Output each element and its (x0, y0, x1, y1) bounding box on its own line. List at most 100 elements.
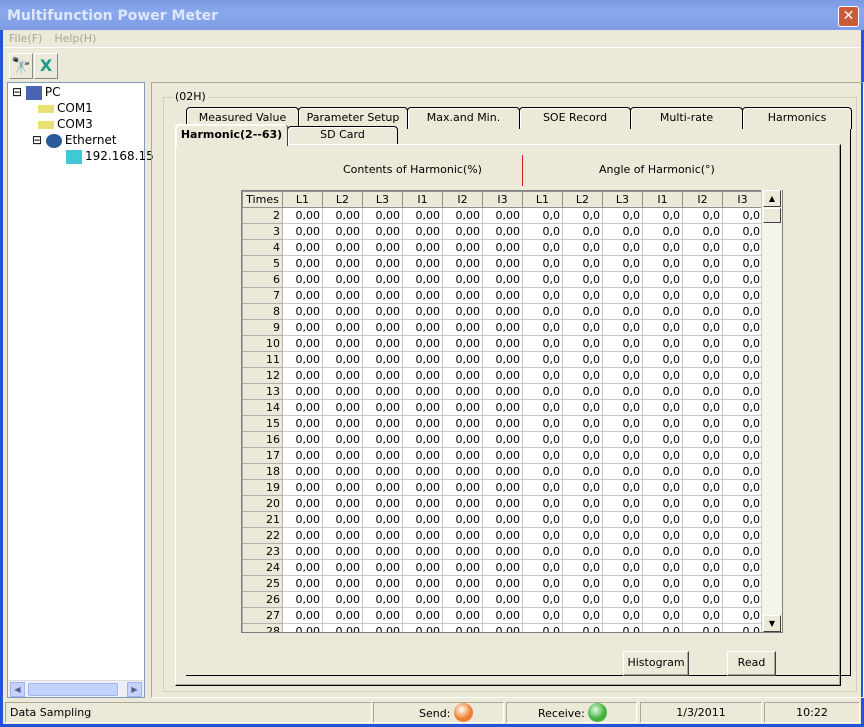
table-cell[interactable]: 0,0 (602, 239, 643, 256)
row-times[interactable]: 25 (242, 575, 283, 592)
table-cell[interactable]: 0,00 (402, 479, 443, 496)
table-cell[interactable]: 0,00 (322, 431, 363, 448)
table-cell[interactable]: 0,00 (482, 623, 523, 632)
table-cell[interactable]: 0,0 (682, 511, 723, 528)
row-times[interactable]: 11 (242, 351, 283, 368)
table-cell[interactable]: 0,00 (322, 543, 363, 560)
table-cell[interactable]: 0,00 (442, 511, 483, 528)
table-cell[interactable]: 0,0 (682, 399, 723, 416)
table-cell[interactable]: 0,00 (282, 543, 323, 560)
table-cell[interactable]: 0,00 (362, 223, 403, 240)
table-cell[interactable]: 0,00 (282, 223, 323, 240)
table-cell[interactable]: 0,0 (682, 447, 723, 464)
row-times[interactable]: 7 (242, 287, 283, 304)
table-cell[interactable]: 0,00 (402, 351, 443, 368)
table-cell[interactable]: 0,00 (322, 239, 363, 256)
table-cell[interactable]: 0,0 (642, 527, 683, 544)
table-cell[interactable]: 0,0 (682, 463, 723, 480)
table-cell[interactable]: 0,0 (722, 623, 763, 632)
table-cell[interactable]: 0,00 (442, 303, 483, 320)
table-cell[interactable]: 0,00 (322, 303, 363, 320)
table-cell[interactable]: 0,0 (722, 207, 763, 224)
table-cell[interactable]: 0,00 (442, 527, 483, 544)
table-cell[interactable]: 0,00 (362, 623, 403, 632)
table-cell[interactable]: 0,00 (482, 319, 523, 336)
table-cell[interactable]: 0,00 (402, 303, 443, 320)
table-cell[interactable]: 0,0 (642, 351, 683, 368)
table-cell[interactable]: 0,00 (402, 447, 443, 464)
table-cell[interactable]: 0,0 (642, 239, 683, 256)
table-cell[interactable]: 0,00 (362, 415, 403, 432)
table-cell[interactable]: 0,0 (602, 543, 643, 560)
table-cell[interactable]: 0,00 (482, 543, 523, 560)
table-cell[interactable]: 0,0 (522, 415, 563, 432)
scroll-thumb[interactable] (763, 208, 781, 223)
table-cell[interactable]: 0,0 (602, 399, 643, 416)
table-cell[interactable]: 0,00 (362, 479, 403, 496)
table-cell[interactable]: 0,00 (362, 335, 403, 352)
table-cell[interactable]: 0,00 (322, 415, 363, 432)
table-cell[interactable]: 0,00 (482, 559, 523, 576)
table-cell[interactable]: 0,00 (322, 319, 363, 336)
table-cell[interactable]: 0,0 (682, 271, 723, 288)
table-cell[interactable]: 0,0 (722, 335, 763, 352)
table-cell[interactable]: 0,0 (522, 591, 563, 608)
table-cell[interactable]: 0,00 (402, 383, 443, 400)
table-cell[interactable]: 0,0 (642, 479, 683, 496)
table-cell[interactable]: 0,0 (522, 527, 563, 544)
table-cell[interactable]: 0,0 (522, 351, 563, 368)
row-times[interactable]: 14 (242, 399, 283, 416)
row-times[interactable]: 26 (242, 591, 283, 608)
table-cell[interactable]: 0,00 (442, 559, 483, 576)
table-cell[interactable]: 0,0 (602, 607, 643, 624)
table-cell[interactable]: 0,00 (442, 623, 483, 632)
table-cell[interactable]: 0,00 (482, 223, 523, 240)
menu-help[interactable]: Help(H) (54, 32, 96, 45)
table-cell[interactable]: 0,00 (482, 383, 523, 400)
table-cell[interactable]: 0,0 (602, 623, 643, 632)
table-cell[interactable]: 0,00 (282, 207, 323, 224)
table-cell[interactable]: 0,00 (362, 607, 403, 624)
table-cell[interactable]: 0,0 (522, 239, 563, 256)
table-cell[interactable]: 0,00 (282, 495, 323, 512)
table-cell[interactable]: 0,0 (642, 383, 683, 400)
table-cell[interactable]: 0,0 (682, 383, 723, 400)
table-cell[interactable]: 0,00 (482, 271, 523, 288)
table-cell[interactable]: 0,00 (362, 511, 403, 528)
table-cell[interactable]: 0,0 (722, 383, 763, 400)
table-cell[interactable]: 0,00 (482, 575, 523, 592)
table-cell[interactable]: 0,00 (282, 287, 323, 304)
table-cell[interactable]: 0,0 (522, 303, 563, 320)
table-cell[interactable]: 0,0 (682, 575, 723, 592)
table-cell[interactable]: 0,00 (282, 559, 323, 576)
table-cell[interactable]: 0,0 (562, 559, 603, 576)
table-cell[interactable]: 0,0 (642, 287, 683, 304)
table-cell[interactable]: 0,00 (322, 383, 363, 400)
table-cell[interactable]: 0,0 (722, 239, 763, 256)
row-times[interactable]: 3 (242, 223, 283, 240)
table-cell[interactable]: 0,0 (562, 543, 603, 560)
table-cell[interactable]: 0,00 (482, 607, 523, 624)
table-cell[interactable]: 0,0 (642, 399, 683, 416)
tree-node-com3[interactable]: COM3 (38, 117, 93, 131)
table-cell[interactable]: 0,0 (562, 319, 603, 336)
row-times[interactable]: 13 (242, 383, 283, 400)
table-cell[interactable]: 0,0 (562, 415, 603, 432)
table-cell[interactable]: 0,0 (642, 335, 683, 352)
table-cell[interactable]: 0,00 (282, 335, 323, 352)
table-cell[interactable]: 0,00 (282, 479, 323, 496)
table-cell[interactable]: 0,00 (322, 607, 363, 624)
table-cell[interactable]: 0,00 (282, 367, 323, 384)
table-cell[interactable]: 0,0 (682, 623, 723, 632)
harmonic-table[interactable]: Times L1 L2 L3 I1 I2 I3 L1 L2 L3 I1 I2 I3 2 0,00 0,00 0,… (241, 190, 783, 633)
table-cell[interactable]: 0,0 (522, 207, 563, 224)
table-cell[interactable]: 0,00 (482, 495, 523, 512)
table-cell[interactable]: 0,0 (722, 351, 763, 368)
tree-node-pc[interactable]: ⊟ PC (12, 85, 61, 100)
table-cell[interactable]: 0,00 (402, 335, 443, 352)
row-times[interactable]: 2 (242, 207, 283, 224)
table-cell[interactable]: 0,0 (562, 287, 603, 304)
tab-max-min[interactable]: Max.and Min. (407, 107, 520, 129)
table-cell[interactable]: 0,00 (442, 431, 483, 448)
table-cell[interactable]: 0,0 (562, 223, 603, 240)
